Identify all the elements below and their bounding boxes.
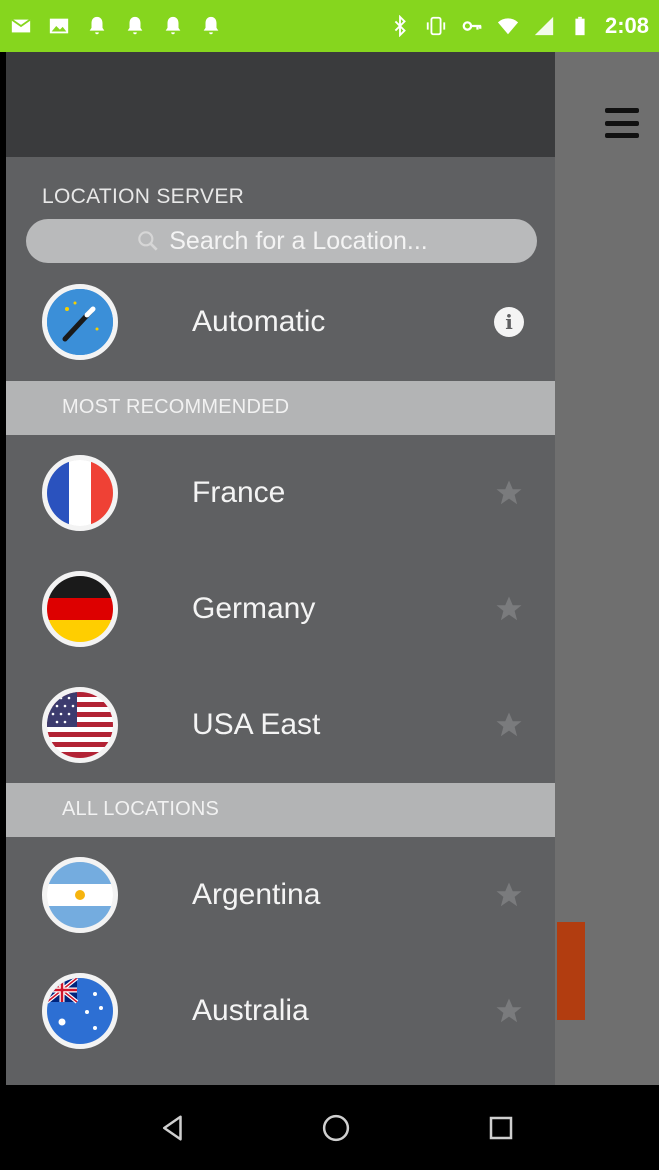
location-label: Australia: [192, 994, 309, 1027]
notification-bell-icon: [89, 16, 105, 35]
notification-bell-icon: [127, 16, 143, 35]
search-placeholder: Search for a Location...: [169, 226, 428, 255]
usa-flag-icon: [42, 687, 118, 763]
magic-wand-icon: [42, 284, 118, 360]
star-icon[interactable]: [494, 996, 524, 1026]
drawer-header: [6, 52, 555, 157]
star-icon[interactable]: [494, 478, 524, 508]
wifi-icon: [497, 18, 519, 35]
australia-flag-icon: [42, 973, 118, 1049]
background-accent-bar: [557, 922, 585, 1020]
star-icon[interactable]: [494, 710, 524, 740]
info-icon[interactable]: i: [494, 307, 524, 337]
section-title: LOCATION SERVER: [42, 185, 245, 208]
recents-icon[interactable]: [486, 1113, 516, 1143]
location-label: Argentina: [192, 878, 321, 911]
bluetooth-icon: [394, 15, 406, 37]
germany-flag-icon: [42, 571, 118, 647]
location-label: Germany: [192, 592, 316, 625]
cell-signal-icon: [534, 16, 554, 36]
notification-bell-icon: [203, 16, 219, 35]
search-icon: [138, 231, 158, 251]
vibrate-icon: [426, 16, 446, 36]
location-label: Automatic: [192, 305, 326, 338]
status-time: 2:08: [604, 13, 649, 38]
vpn-key-icon: [462, 21, 482, 31]
home-icon[interactable]: [321, 1113, 351, 1143]
star-icon[interactable]: [494, 880, 524, 910]
battery-icon: [575, 16, 585, 36]
status-bar: 2:08: [0, 0, 659, 52]
argentina-flag-icon: [42, 857, 118, 933]
france-flag-icon: [42, 455, 118, 531]
search-input[interactable]: Search for a Location...: [26, 219, 537, 263]
location-drawer: LOCATION SERVER Search for a Location...…: [6, 52, 555, 1085]
group-header-all-locations: ALL LOCATIONS: [6, 783, 555, 837]
location-argentina[interactable]: Argentina: [6, 837, 555, 953]
back-icon[interactable]: [158, 1113, 188, 1143]
location-label: France: [192, 476, 286, 509]
group-header-most-recommended: MOST RECOMMENDED: [6, 381, 555, 435]
location-france[interactable]: France: [6, 435, 555, 551]
notification-bell-icon: [165, 16, 181, 35]
star-icon[interactable]: [494, 594, 524, 624]
location-australia[interactable]: Australia: [6, 953, 555, 1069]
messages-icon: [11, 18, 31, 33]
location-usa-east[interactable]: USA East: [6, 667, 555, 783]
location-label: USA East: [192, 708, 321, 741]
location-automatic[interactable]: Automatic i: [6, 263, 555, 381]
location-germany[interactable]: Germany: [6, 551, 555, 667]
navigation-bar: [0, 1085, 659, 1170]
menu-icon[interactable]: [605, 108, 639, 138]
gallery-icon: [49, 18, 69, 34]
